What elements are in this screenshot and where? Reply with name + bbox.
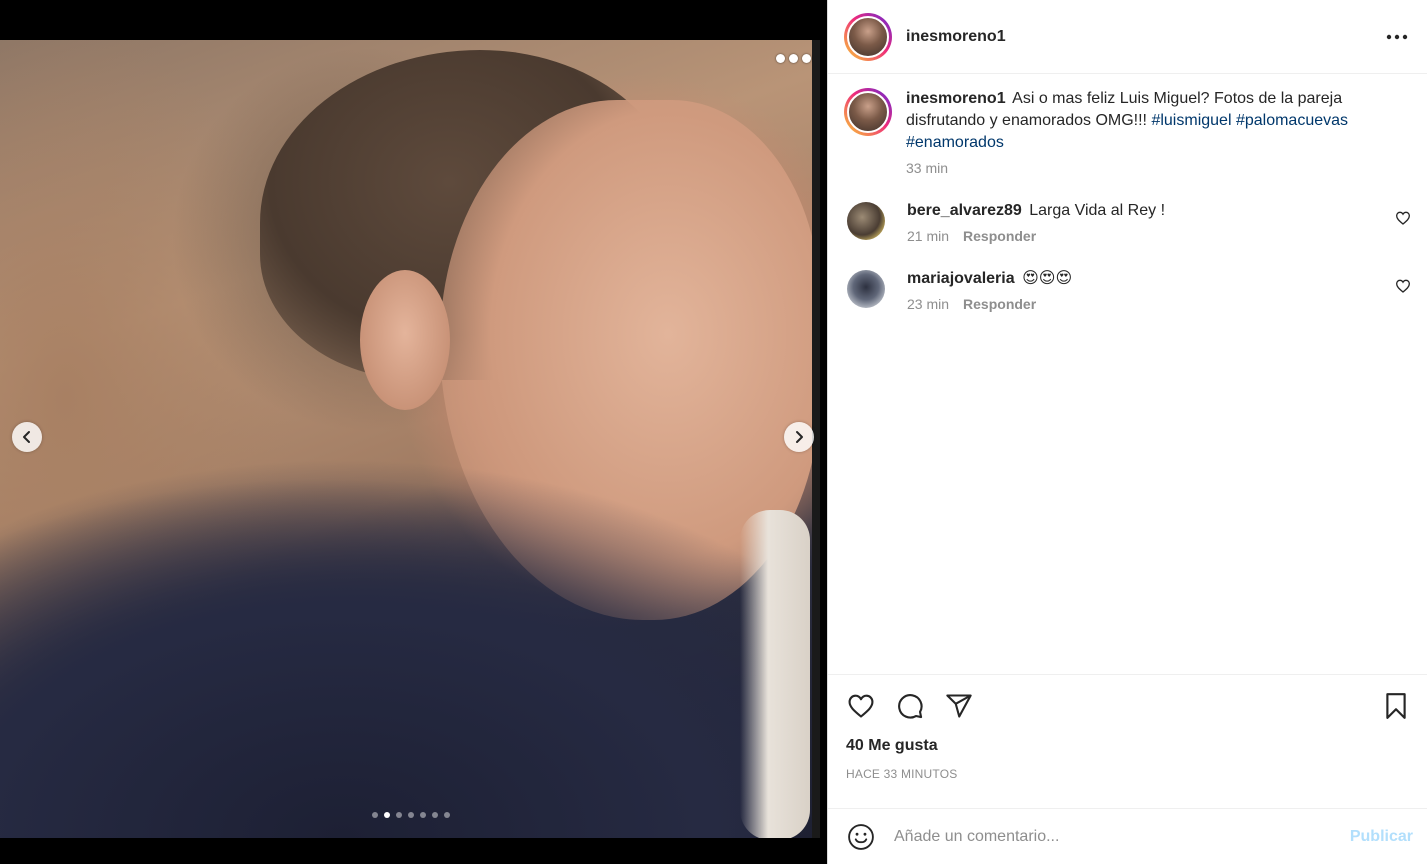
hashtag-link[interactable]: #palomacuevas xyxy=(1236,112,1348,129)
post-media xyxy=(0,0,827,864)
reply-button[interactable]: Responder xyxy=(963,228,1036,244)
paper-plane-icon xyxy=(946,694,972,718)
carousel-prev-button[interactable] xyxy=(12,422,42,452)
comment-item: bere_alvarez89 Larga Vida al Rey ! 21 mi… xyxy=(844,200,1411,244)
carousel-dot xyxy=(372,812,378,818)
hashtag-link[interactable]: #enamorados xyxy=(906,134,1004,151)
carousel-dot xyxy=(408,812,414,818)
like-button[interactable] xyxy=(846,691,876,721)
carousel-dot xyxy=(444,812,450,818)
comment-text: Larga Vida al Rey ! xyxy=(1029,202,1166,219)
commenter-avatar[interactable] xyxy=(847,270,885,308)
post-photo xyxy=(0,40,820,838)
carousel-dot xyxy=(432,812,438,818)
media-more-icon[interactable] xyxy=(776,54,811,63)
reply-button[interactable]: Responder xyxy=(963,296,1036,312)
author-avatar[interactable] xyxy=(844,12,892,61)
emoji-smile-icon xyxy=(848,823,874,850)
heart-icon xyxy=(848,694,874,718)
likes-count[interactable]: 40 Me gusta xyxy=(846,737,1411,755)
carousel-dot xyxy=(396,812,402,818)
comment-time[interactable]: 21 min xyxy=(907,228,949,244)
post-caption: inesmoreno1 Asi o mas feliz Luis Miguel?… xyxy=(844,88,1411,176)
carousel-indicator xyxy=(372,812,450,818)
comments-section: inesmoreno1 Asi o mas feliz Luis Miguel?… xyxy=(828,74,1427,674)
comment-button[interactable] xyxy=(895,691,925,721)
comment-text: 😍😍😍 xyxy=(1022,270,1073,287)
comment-time[interactable]: 23 min xyxy=(907,296,949,312)
instagram-post: inesmoreno1 inesmoreno1 Asi o mas feliz … xyxy=(0,0,1427,864)
post-timestamp[interactable]: HACE 33 MINUTOS xyxy=(846,767,1411,781)
chevron-right-icon xyxy=(796,431,803,443)
commenter-avatar[interactable] xyxy=(847,202,885,240)
comment-item: mariajovaleria 😍😍😍 23 min Responder xyxy=(844,268,1411,312)
comment-input[interactable] xyxy=(894,827,1350,846)
post-header: inesmoreno1 xyxy=(828,0,1427,74)
heart-icon[interactable] xyxy=(1395,278,1411,294)
publish-button[interactable]: Publicar xyxy=(1350,828,1413,846)
share-button[interactable] xyxy=(944,691,974,721)
add-comment-bar: Publicar xyxy=(828,808,1427,864)
author-username[interactable]: inesmoreno1 xyxy=(906,28,1006,46)
comment-username[interactable]: bere_alvarez89 xyxy=(907,202,1022,219)
carousel-next-button[interactable] xyxy=(784,422,814,452)
comment-bubble-icon xyxy=(898,694,923,719)
more-horizontal-icon[interactable] xyxy=(1383,23,1411,51)
bookmark-icon xyxy=(1386,693,1406,719)
emoji-button[interactable] xyxy=(846,822,876,852)
hashtag-link[interactable]: #luismiguel xyxy=(1151,112,1231,129)
post-side-panel: inesmoreno1 inesmoreno1 Asi o mas feliz … xyxy=(827,0,1427,864)
caption-avatar[interactable] xyxy=(844,88,892,136)
chevron-left-icon xyxy=(23,431,30,443)
comment-username[interactable]: mariajovaleria xyxy=(907,270,1015,287)
save-button[interactable] xyxy=(1381,691,1411,721)
post-actions: 40 Me gusta HACE 33 MINUTOS xyxy=(828,674,1427,808)
heart-icon[interactable] xyxy=(1395,210,1411,226)
caption-time[interactable]: 33 min xyxy=(906,160,948,176)
carousel-dot xyxy=(420,812,426,818)
carousel-dot xyxy=(384,812,390,818)
caption-username[interactable]: inesmoreno1 xyxy=(906,90,1006,107)
